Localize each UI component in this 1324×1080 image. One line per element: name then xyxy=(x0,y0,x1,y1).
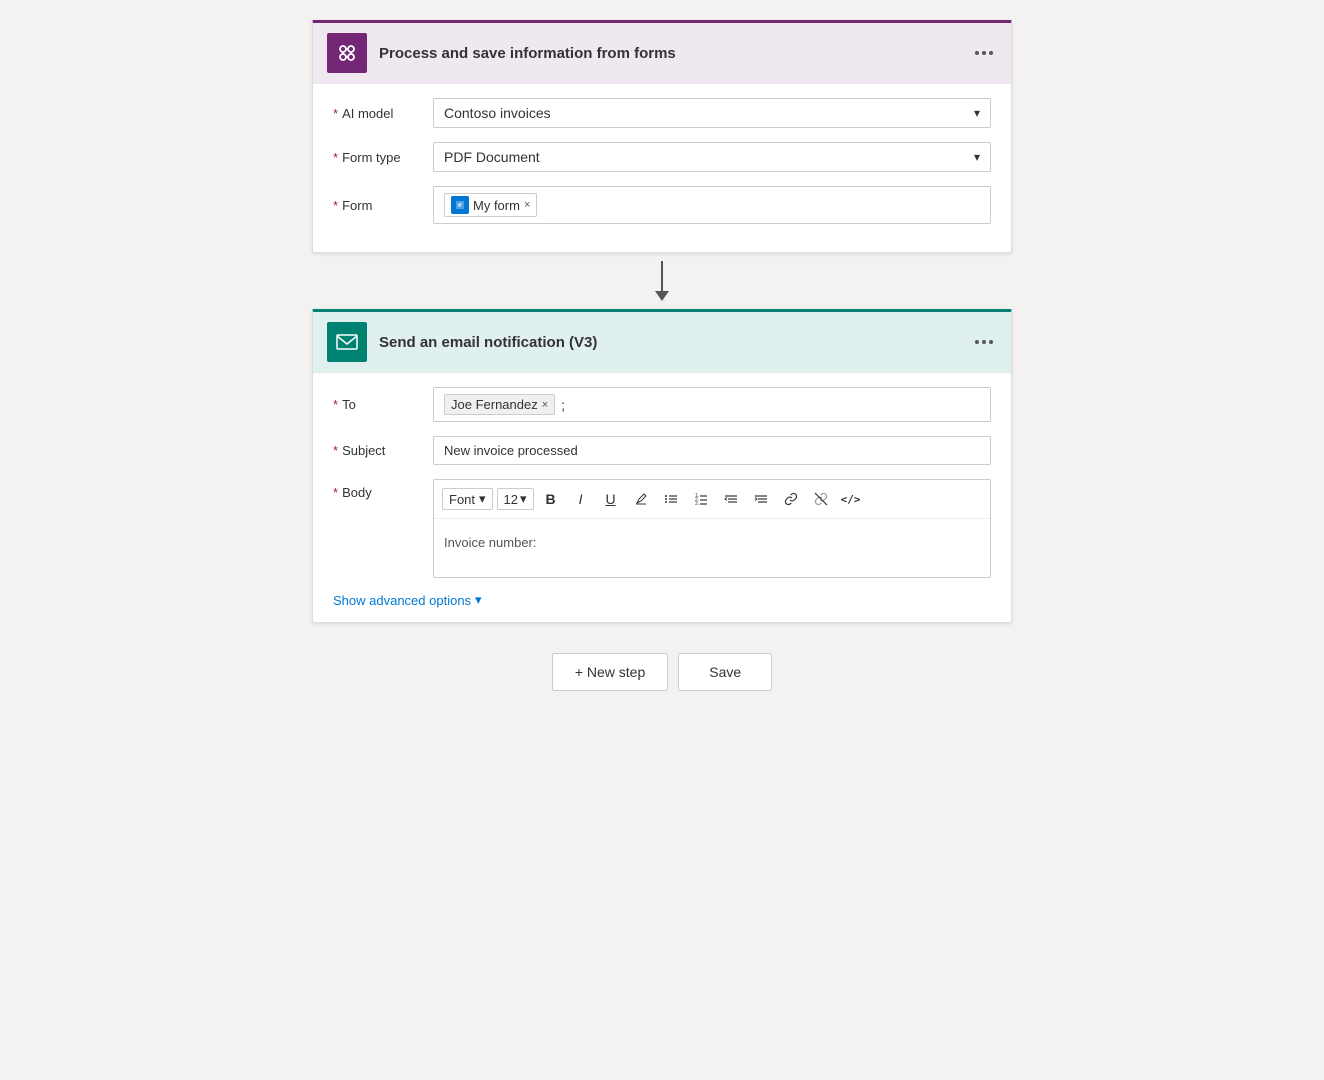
font-size-select[interactable]: 12 ▾ xyxy=(497,488,534,510)
dot2 xyxy=(982,51,986,55)
card-email-body: * To Joe Fernandez × ; * Subject xyxy=(313,373,1011,622)
indent-decrease-button[interactable] xyxy=(718,486,744,512)
card-email-title: Send an email notification (V3) xyxy=(379,334,971,351)
person-tag: Joe Fernandez × xyxy=(444,394,555,415)
ai-model-select[interactable]: Contoso invoices ▾ xyxy=(433,98,991,128)
ai-model-required: * xyxy=(333,106,338,121)
card-email-more-button[interactable] xyxy=(971,336,997,348)
form-type-select[interactable]: PDF Document ▾ xyxy=(433,142,991,172)
person-tag-close-icon[interactable]: × xyxy=(542,399,548,411)
email-card-icon xyxy=(327,322,367,362)
card-forms-more-button[interactable] xyxy=(971,47,997,59)
code-button[interactable]: </> xyxy=(838,486,864,512)
form-type-row: * Form type PDF Document ▾ xyxy=(333,142,991,172)
connector-arrow xyxy=(655,253,669,309)
canvas: Process and save information from forms … xyxy=(0,0,1324,691)
connector-arrowhead xyxy=(655,291,669,301)
form-type-label: * Form type xyxy=(333,150,433,165)
forms-card-icon xyxy=(327,33,367,73)
card-email: Send an email notification (V3) * To Joe… xyxy=(312,309,1012,623)
body-label: * Body xyxy=(333,479,433,500)
card-forms: Process and save information from forms … xyxy=(312,20,1012,253)
font-select[interactable]: Font ▾ xyxy=(442,488,493,510)
body-editor[interactable]: Font ▾ 12 ▾ B I U xyxy=(433,479,991,578)
dot4 xyxy=(975,340,979,344)
indent-increase-button[interactable] xyxy=(748,486,774,512)
save-button[interactable]: Save xyxy=(678,653,772,691)
ai-model-label: * AI model xyxy=(333,106,433,121)
unordered-list-button[interactable] xyxy=(658,486,684,512)
to-field-semicolon: ; xyxy=(561,397,565,413)
body-toolbar: Font ▾ 12 ▾ B I U xyxy=(434,480,990,519)
card-email-header: Send an email notification (V3) xyxy=(313,312,1011,373)
connector-line xyxy=(661,261,663,291)
card-forms-header: Process and save information from forms xyxy=(313,23,1011,84)
dot3 xyxy=(989,51,993,55)
dot6 xyxy=(989,340,993,344)
ai-model-chevron-icon: ▾ xyxy=(974,106,980,120)
new-step-button[interactable]: + New step xyxy=(552,653,668,691)
insert-link-button[interactable] xyxy=(778,486,804,512)
form-row: * Form My form × xyxy=(333,186,991,224)
font-select-chevron-icon: ▾ xyxy=(479,491,486,507)
card-forms-body: * AI model Contoso invoices ▾ * Form typ… xyxy=(313,84,1011,252)
to-tag-field[interactable]: Joe Fernandez × ; xyxy=(433,387,991,422)
form-type-chevron-icon: ▾ xyxy=(974,150,980,164)
underline-button[interactable]: U xyxy=(598,486,624,512)
bold-button[interactable]: B xyxy=(538,486,564,512)
body-row: * Body Font ▾ 12 ▾ B xyxy=(333,479,991,578)
highlight-button[interactable] xyxy=(628,486,654,512)
bottom-buttons: + New step Save xyxy=(552,653,772,691)
ordered-list-button[interactable]: 1. 2. 3. xyxy=(688,486,714,512)
svg-text:3.: 3. xyxy=(695,501,699,506)
form-tag-close-icon[interactable]: × xyxy=(524,199,530,211)
show-advanced-options[interactable]: Show advanced options ▾ xyxy=(333,592,991,608)
form-tag-icon xyxy=(451,196,469,214)
to-label: * To xyxy=(333,397,433,412)
show-advanced-chevron-icon: ▾ xyxy=(475,592,482,608)
form-label: * Form xyxy=(333,198,433,213)
dot1 xyxy=(975,51,979,55)
italic-button[interactable]: I xyxy=(568,486,594,512)
body-content[interactable]: Invoice number: xyxy=(434,527,990,577)
remove-link-button[interactable] xyxy=(808,486,834,512)
subject-input[interactable] xyxy=(433,436,991,465)
form-tag: My form × xyxy=(444,193,537,217)
subject-label: * Subject xyxy=(333,443,433,458)
form-tag-label: My form xyxy=(473,198,520,213)
card-forms-title: Process and save information from forms xyxy=(379,45,971,62)
font-size-chevron-icon: ▾ xyxy=(520,491,527,507)
person-tag-name: Joe Fernandez xyxy=(451,397,538,412)
dot5 xyxy=(982,340,986,344)
form-tag-field[interactable]: My form × xyxy=(433,186,991,224)
ai-model-row: * AI model Contoso invoices ▾ xyxy=(333,98,991,128)
to-row: * To Joe Fernandez × ; xyxy=(333,387,991,422)
subject-row: * Subject xyxy=(333,436,991,465)
